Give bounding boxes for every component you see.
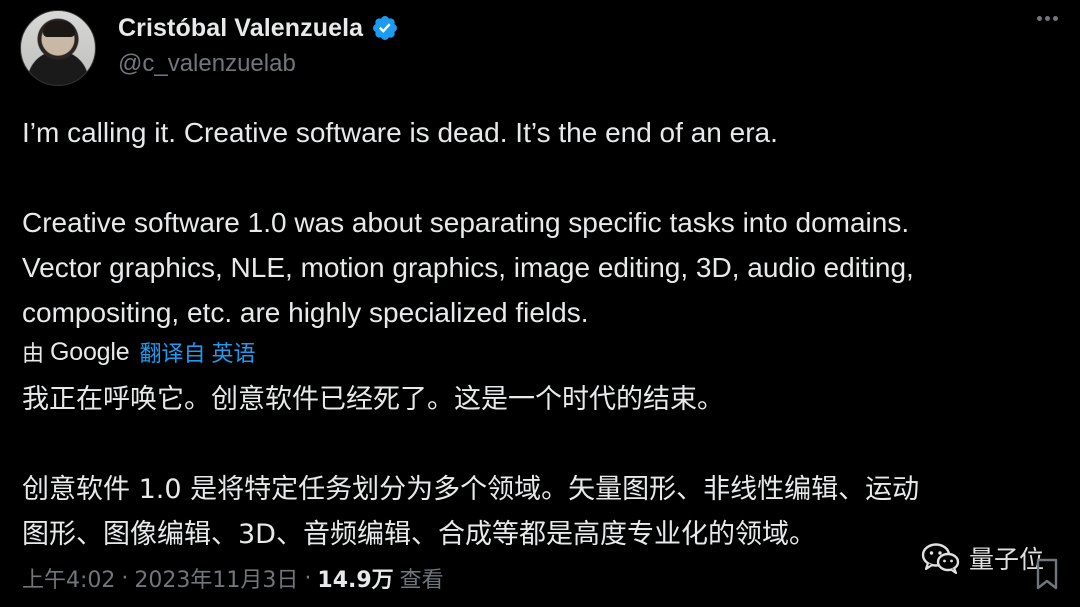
translation-line: 图形、图像编辑、3D、音频编辑、合成等都是高度专业化的领域。 (22, 519, 816, 550)
avatar-hair (43, 21, 75, 37)
wechat-icon (921, 543, 960, 574)
tweet-line: Vector graphics, NLE, motion graphics, i… (22, 252, 914, 283)
views-count: 14.9万 (317, 568, 394, 593)
tweet-meta: 上午4:02 · 2023年11月3日 · 14.9万 查看 (22, 560, 444, 596)
google-logo: Google (50, 337, 130, 366)
author-name-row: Cristóbal Valenzuela (118, 10, 399, 46)
more-icon[interactable] (1037, 16, 1058, 21)
tweet-line: I’m calling it. Creative software is dea… (22, 117, 778, 148)
separator: · (304, 565, 312, 591)
translated-text: 我正在呼唤它。创意软件已经死了。这是一个时代的结束。 创意软件 1.0 是将特定… (22, 377, 1062, 557)
tweet-line: Creative software 1.0 was about separati… (22, 207, 910, 238)
watermark-text: 量子位 (968, 545, 1044, 574)
bookmark-icon[interactable] (1034, 556, 1060, 592)
tweet-time[interactable]: 上午4:02 (22, 562, 115, 594)
avatar[interactable] (20, 10, 96, 86)
by-label: 由 (22, 341, 45, 366)
views-label: 查看 (399, 568, 444, 593)
separator: · (121, 565, 129, 591)
translation-line: 创意软件 1.0 是将特定任务划分为多个领域。矢量图形、非线性编辑、运动 (22, 474, 920, 505)
verified-badge-icon (373, 16, 398, 40)
author-name[interactable]: Cristóbal Valenzuela (118, 14, 363, 43)
tweet-text: I’m calling it. Creative software is dea… (22, 110, 1062, 335)
translation-line: 我正在呼唤它。创意软件已经死了。这是一个时代的结束。 (22, 384, 724, 415)
translated-from-link[interactable]: 翻译自 英语 (139, 336, 255, 368)
author-handle[interactable]: @c_valenzuelab (118, 50, 296, 78)
tweet-line: compositing, etc. are highly specialized… (22, 297, 589, 328)
tweet-date[interactable]: 2023年11月3日 (134, 562, 298, 594)
translation-attribution: 由 Google 翻译自 英语 (22, 334, 256, 370)
watermark: 量子位 (921, 540, 1044, 576)
